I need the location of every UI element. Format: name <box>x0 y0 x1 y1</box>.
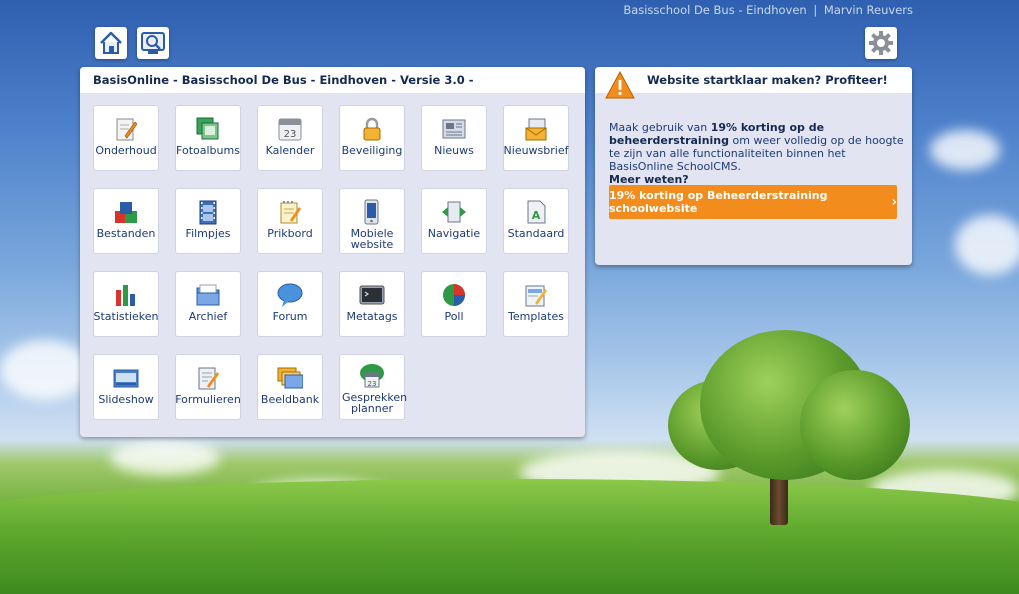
tile-mobiele-website[interactable]: Mobiele website <box>339 188 405 254</box>
calendar-icon: 23 <box>277 116 303 142</box>
image-bank-icon <box>277 365 304 391</box>
newspaper-icon <box>441 116 467 142</box>
main-panel-header: BasisOnline - Basisschool De Bus - Eindh… <box>80 67 585 93</box>
svg-text:A: A <box>532 209 541 222</box>
tile-fotoalbums[interactable]: Fotoalbums <box>175 105 241 171</box>
tile-label: Beveiliging <box>341 144 403 157</box>
slideshow-icon <box>113 365 139 391</box>
appointment-icon: 23 <box>359 363 385 389</box>
promo-text: Maak gebruik van 19% korting op de behee… <box>609 121 905 186</box>
promo-text-pre: Maak gebruik van <box>609 121 711 134</box>
tile-label: Statistieken <box>93 310 159 323</box>
tile-label: Nieuws <box>434 144 474 157</box>
tile-gesprekken-planner[interactable]: 23 Gesprekken planner <box>339 354 408 420</box>
tile-label: Templates <box>508 310 564 323</box>
gear-icon <box>869 31 893 55</box>
tile-label: Slideshow <box>98 393 154 406</box>
preview-icon <box>141 32 165 54</box>
warning-icon <box>605 71 635 99</box>
bar-chart-icon <box>113 282 139 308</box>
tile-label: Archief <box>188 310 228 323</box>
navigation-icon <box>441 199 467 225</box>
tile-templates[interactable]: Templates <box>503 271 569 337</box>
tile-label: Navigatie <box>427 227 481 240</box>
chevron-right-icon: › <box>891 194 897 210</box>
tile-label: Mobiele website <box>350 227 394 251</box>
tile-bestanden[interactable]: Bestanden <box>93 188 159 254</box>
tile-nieuws[interactable]: Nieuws <box>421 105 487 171</box>
tile-beeldbank[interactable]: Beeldbank <box>257 354 323 420</box>
tile-archief[interactable]: Archief <box>175 271 241 337</box>
newsletter-icon <box>523 116 549 142</box>
tile-formulieren[interactable]: Formulieren <box>175 354 241 420</box>
tile-label: Prikbord <box>267 227 313 240</box>
document-icon: A <box>523 199 549 225</box>
tile-statistieken[interactable]: Statistieken <box>93 271 159 337</box>
tile-navigatie[interactable]: Navigatie <box>421 188 487 254</box>
tile-kalender[interactable]: 23 Kalender <box>257 105 323 171</box>
mobile-icon <box>359 199 385 225</box>
home-button[interactable] <box>95 27 127 59</box>
tile-label: Kalender <box>265 144 315 157</box>
main-panel: BasisOnline - Basisschool De Bus - Eindh… <box>80 67 585 437</box>
tile-label: Gesprekken planner <box>342 391 408 415</box>
tile-label: Poll <box>444 310 464 323</box>
settings-button[interactable] <box>865 27 897 59</box>
form-icon <box>195 365 221 391</box>
tile-label: Bestanden <box>96 227 156 240</box>
photo-album-icon <box>195 116 221 142</box>
lock-icon <box>359 116 385 142</box>
svg-text:23: 23 <box>284 129 297 140</box>
promo-panel: Website startklaar maken? Profiteer! Maa… <box>595 67 912 265</box>
tile-label: Metatags <box>346 310 398 323</box>
tile-label: Beeldbank <box>260 393 320 406</box>
tile-forum[interactable]: Forum <box>257 271 323 337</box>
training-discount-button[interactable]: 19% korting op Beheerderstraining school… <box>609 185 897 219</box>
tile-onderhoud[interactable]: Onderhoud <box>93 105 159 171</box>
tile-metatags[interactable]: Metatags <box>339 271 405 337</box>
promo-panel-header: Website startklaar maken? Profiteer! <box>595 67 912 93</box>
training-discount-label: 19% korting op Beheerderstraining school… <box>609 189 828 215</box>
terminal-icon <box>359 282 385 308</box>
svg-text:23: 23 <box>368 380 377 388</box>
files-icon <box>113 199 139 225</box>
separator: | <box>813 3 818 17</box>
pie-chart-icon <box>441 282 467 308</box>
tile-label: Fotoalbums <box>176 144 240 157</box>
edit-icon <box>113 116 139 142</box>
tile-slideshow[interactable]: Slideshow <box>93 354 159 420</box>
main-panel-title: BasisOnline - Basisschool De Bus - Eindh… <box>93 73 474 87</box>
home-icon <box>100 31 122 54</box>
archive-icon <box>195 282 221 308</box>
tile-filmpjes[interactable]: Filmpjes <box>175 188 241 254</box>
school-name: Basisschool De Bus - Eindhoven <box>623 3 807 17</box>
tile-label: Nieuwsbrief <box>503 144 569 157</box>
tile-nieuwsbrief[interactable]: Nieuwsbrief <box>503 105 569 171</box>
tile-standaard[interactable]: A Standaard <box>503 188 569 254</box>
user-info: Basisschool De Bus - Eindhoven | Marvin … <box>623 3 913 17</box>
template-icon <box>523 282 549 308</box>
tile-beveiliging[interactable]: Beveiliging <box>339 105 405 171</box>
notepad-icon <box>277 199 303 225</box>
tile-label: Filmpjes <box>185 227 231 240</box>
user-name[interactable]: Marvin Reuvers <box>824 3 913 17</box>
tile-label: Standaard <box>507 227 565 240</box>
tile-poll[interactable]: Poll <box>421 271 487 337</box>
tile-label: Onderhoud <box>95 144 157 157</box>
tile-label: Forum <box>272 310 308 323</box>
promo-title: Website startklaar maken? Profiteer! <box>647 73 888 87</box>
film-icon <box>195 199 221 225</box>
tile-prikbord[interactable]: Prikbord <box>257 188 323 254</box>
preview-button[interactable] <box>137 27 169 59</box>
speech-bubble-icon <box>277 282 303 308</box>
tile-label: Formulieren <box>175 393 241 406</box>
